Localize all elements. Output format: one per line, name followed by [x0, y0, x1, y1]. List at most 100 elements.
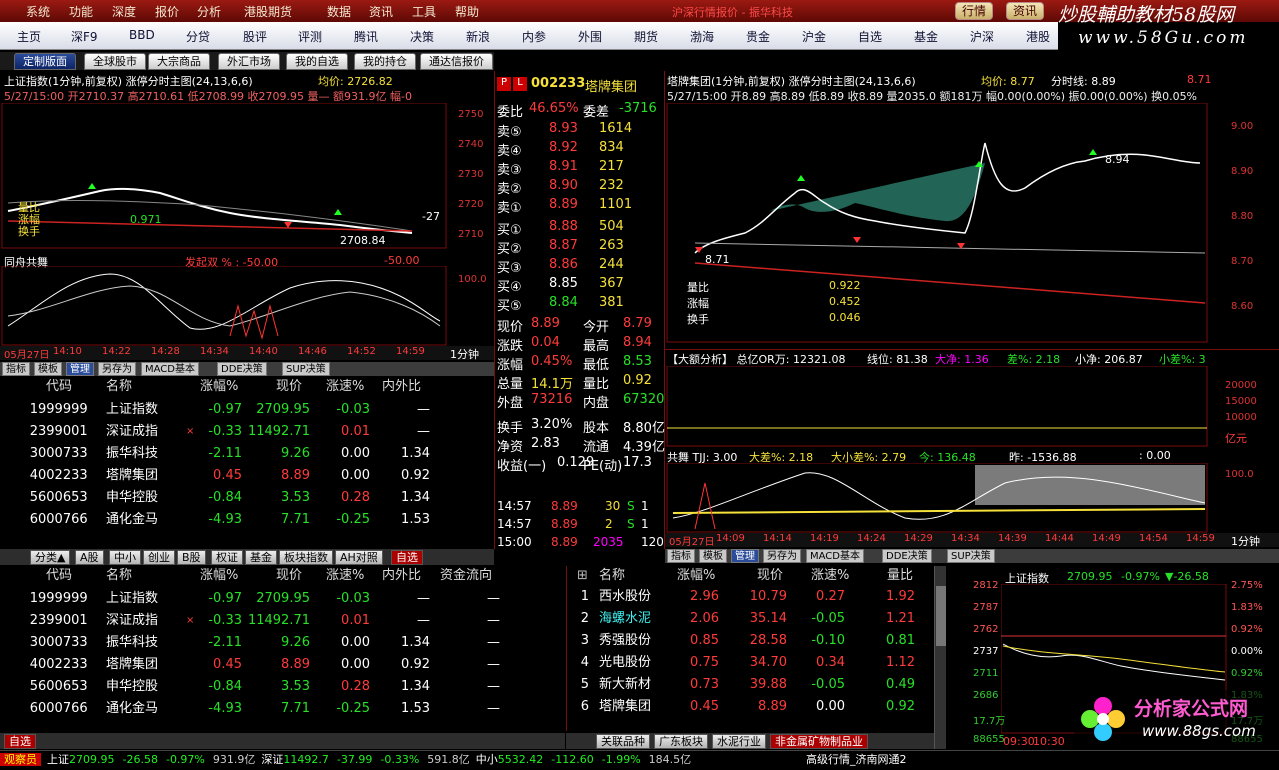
menu-item-8[interactable]: 工具: [412, 3, 436, 20]
osc2-period[interactable]: 1分钟: [1231, 533, 1260, 549]
col-header-3[interactable]: 现价: [276, 566, 302, 586]
sell-price[interactable]: 8.89: [549, 197, 578, 212]
nav-item-3[interactable]: 分贷: [186, 28, 210, 45]
menu-item-2[interactable]: 深度: [112, 3, 136, 20]
table-row[interactable]: 6 000766 通化金马 -4.93 7.71 -0.25 1.53 —: [0, 698, 565, 720]
list-item[interactable]: 3 秀强股份 0.85 28.58 -0.10 0.81: [567, 630, 935, 652]
tool-2[interactable]: 管理: [66, 362, 94, 376]
nav-item-11[interactable]: 期货: [634, 28, 658, 45]
p-icon[interactable]: P: [497, 77, 511, 91]
menu-item-1[interactable]: 功能: [69, 3, 93, 20]
list-item[interactable]: 1 西水股份 2.96 10.79 0.27 1.92: [567, 586, 935, 608]
menu-item-3[interactable]: 报价: [155, 3, 179, 20]
tool-6[interactable]: SUP决策: [282, 362, 330, 376]
nav-item-14[interactable]: 沪金: [802, 28, 826, 45]
sell-price[interactable]: 8.92: [549, 140, 578, 155]
list-item[interactable]: 2 海螺水泥 2.06 35.14 -0.05 1.21: [567, 608, 935, 630]
table-row[interactable]: 4 002233 塔牌集团 0.45 8.89 0.00 0.92: [0, 465, 494, 487]
nav-item-1[interactable]: 深F9: [71, 28, 98, 45]
list-item[interactable]: 6 塔牌集团 0.45 8.89 0.00 0.92: [567, 696, 935, 718]
tool-1[interactable]: 模板: [699, 549, 727, 563]
table-row[interactable]: 3 000733 振华科技 -2.11 9.26 0.00 1.34 —: [0, 632, 565, 654]
buy-price[interactable]: 8.87: [549, 238, 578, 253]
category-tab-1[interactable]: A股: [75, 550, 104, 565]
col-header-6[interactable]: 资金流向: [440, 566, 492, 586]
col-header-1[interactable]: 名称: [106, 377, 132, 397]
list-item[interactable]: 4 光电股份 0.75 34.70 0.34 1.12: [567, 652, 935, 674]
nav-item-17[interactable]: 沪深: [970, 28, 994, 45]
osc1-period[interactable]: 1分钟: [450, 346, 479, 362]
menu-item-0[interactable]: 系统: [26, 3, 50, 20]
menu-item-9[interactable]: 帮助: [455, 3, 479, 20]
nav-item-12[interactable]: 渤海: [690, 28, 714, 45]
table-row[interactable]: 1 999999 上证指数 -0.97 2709.95 -0.03 —: [0, 399, 494, 421]
nav-item-10[interactable]: 外围: [578, 28, 602, 45]
market-button[interactable]: 行情: [955, 2, 994, 20]
tool-1[interactable]: 模板: [34, 362, 62, 376]
menu-item-5[interactable]: 港股期货: [244, 3, 292, 20]
panel-tab-0[interactable]: 定制版面: [14, 53, 76, 70]
news-button[interactable]: 资讯: [1006, 2, 1045, 20]
list2-header-1[interactable]: 涨幅%: [677, 566, 715, 586]
tool-2[interactable]: 管理: [731, 549, 759, 563]
related-tab-2[interactable]: 水泥行业: [712, 734, 766, 749]
related-tab-0[interactable]: 关联品种: [596, 734, 650, 749]
col-header-2[interactable]: 涨幅%: [200, 566, 238, 586]
col-header-4[interactable]: 涨速%: [326, 566, 364, 586]
col-header-5[interactable]: 内外比: [382, 566, 421, 586]
nav-item-18[interactable]: 港股: [1026, 28, 1050, 45]
list2-header-4[interactable]: 量比: [887, 566, 913, 586]
table-row[interactable]: 2 399001 深证成指 -0.33 11492.71 0.01— ×: [0, 421, 494, 443]
related-tab-1[interactable]: 广东板块: [654, 734, 708, 749]
table-row[interactable]: 5 600653 申华控股 -0.84 3.53 0.28 1.34: [0, 487, 494, 509]
sell-price[interactable]: 8.93: [549, 121, 578, 136]
tool-4[interactable]: MACD基本: [806, 549, 864, 563]
list2-header-2[interactable]: 现价: [757, 566, 783, 586]
related-scrollbar[interactable]: [934, 566, 946, 749]
menu-item-7[interactable]: 资讯: [369, 3, 393, 20]
category-tab-0[interactable]: 分类▲: [30, 550, 71, 565]
tool-0[interactable]: 指标: [2, 362, 30, 376]
panel-tab-5[interactable]: 我的持仓: [354, 53, 416, 70]
category-tab-9[interactable]: 自选: [391, 550, 423, 565]
menu-item-4[interactable]: 分析: [197, 3, 221, 20]
panel-tab-2[interactable]: 大宗商品: [148, 53, 210, 70]
col-header-3[interactable]: 现价: [276, 377, 302, 397]
table-row[interactable]: 4 002233 塔牌集团 0.45 8.89 0.00 0.92 —: [0, 654, 565, 676]
col-header-0[interactable]: 代码: [46, 566, 72, 586]
list2-header-0[interactable]: 名称: [599, 566, 625, 586]
table-row[interactable]: 3 000733 振华科技 -2.11 9.26 0.00 1.34: [0, 443, 494, 465]
nav-item-4[interactable]: 股评: [243, 28, 267, 45]
nav-item-15[interactable]: 自选: [858, 28, 882, 45]
panel-tab-4[interactable]: 我的自选: [286, 53, 348, 70]
observer-badge[interactable]: 观察员: [0, 753, 41, 766]
table-row[interactable]: 6 000766 通化金马 -4.93 7.71 -0.25 1.53: [0, 509, 494, 531]
tool-3[interactable]: 另存为: [98, 362, 136, 376]
table-row[interactable]: 1 999999 上证指数 -0.97 2709.95 -0.03 — —: [0, 588, 565, 610]
panel-tab-1[interactable]: 全球股市: [84, 53, 146, 70]
buy-price[interactable]: 8.86: [549, 257, 578, 272]
tool-5[interactable]: DDE决策: [217, 362, 267, 376]
connection-status[interactable]: 高级行情_济南网通2: [806, 751, 907, 769]
panel-tab-3[interactable]: 外汇市场: [218, 53, 280, 70]
tab-watchlist[interactable]: 自选: [4, 734, 36, 749]
col-header-4[interactable]: 涨速%: [326, 377, 364, 397]
nav-item-2[interactable]: BBD: [129, 28, 155, 42]
category-tab-5[interactable]: 权证: [211, 550, 243, 565]
panel-tab-6[interactable]: 通达信报价: [420, 53, 493, 70]
nav-item-9[interactable]: 内参: [522, 28, 546, 45]
sell-price[interactable]: 8.91: [549, 159, 578, 174]
grid-icon[interactable]: ⊞: [577, 566, 588, 586]
buy-price[interactable]: 8.88: [549, 219, 578, 234]
nav-item-16[interactable]: 基金: [914, 28, 938, 45]
col-header-5[interactable]: 内外比: [382, 377, 421, 397]
nav-item-0[interactable]: 主页: [17, 28, 41, 45]
nav-item-6[interactable]: 腾讯: [354, 28, 378, 45]
sell-price[interactable]: 8.90: [549, 178, 578, 193]
col-header-0[interactable]: 代码: [46, 377, 72, 397]
buy-price[interactable]: 8.84: [549, 295, 578, 310]
related-tab-3[interactable]: 非金属矿物制品业: [770, 734, 868, 749]
category-tab-8[interactable]: AH对照: [335, 550, 383, 565]
nav-item-5[interactable]: 评测: [298, 28, 322, 45]
col-header-2[interactable]: 涨幅%: [200, 377, 238, 397]
